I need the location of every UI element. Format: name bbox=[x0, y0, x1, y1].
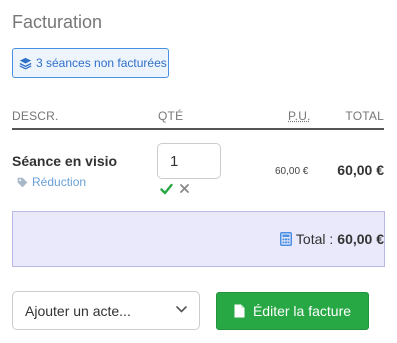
file-icon bbox=[234, 304, 245, 318]
column-header-total: TOTAL bbox=[345, 109, 384, 123]
page-title: Facturation bbox=[12, 12, 103, 32]
add-act-select[interactable]: Ajouter un acte... bbox=[12, 291, 200, 330]
confirm-check-icon[interactable] bbox=[160, 183, 173, 195]
column-header-unit-price: P.U. bbox=[288, 109, 311, 123]
unbilled-sessions-button[interactable]: 3 séances non facturées bbox=[12, 48, 169, 78]
column-header-descr: DESCR. bbox=[12, 109, 59, 123]
add-act-placeholder: Ajouter un acte... bbox=[25, 302, 131, 319]
layers-icon bbox=[19, 57, 32, 70]
cancel-cross-icon[interactable] bbox=[179, 183, 190, 194]
chevron-down-icon bbox=[176, 306, 187, 313]
table-header-divider bbox=[12, 128, 384, 130]
calculator-icon bbox=[279, 232, 292, 246]
total-amount: 60,00 € bbox=[337, 231, 384, 247]
total-summary: Total : 60,00 € bbox=[279, 231, 384, 247]
line-item-unit-price: 60,00 € bbox=[275, 166, 309, 177]
line-item-total: 60,00 € bbox=[337, 162, 384, 178]
column-header-qty: QTÉ bbox=[158, 109, 184, 123]
total-label: Total : bbox=[295, 231, 334, 247]
discount-label: Réduction bbox=[32, 175, 87, 189]
line-item-title: Séance en visio bbox=[12, 153, 118, 169]
unbilled-sessions-label: 3 séances non facturées bbox=[36, 56, 167, 70]
edit-invoice-label: Éditer la facture bbox=[252, 303, 352, 319]
discount-link[interactable]: Réduction bbox=[17, 175, 86, 189]
edit-invoice-button[interactable]: Éditer la facture bbox=[216, 292, 369, 330]
quantity-input[interactable] bbox=[157, 143, 221, 179]
tag-icon bbox=[17, 177, 28, 187]
